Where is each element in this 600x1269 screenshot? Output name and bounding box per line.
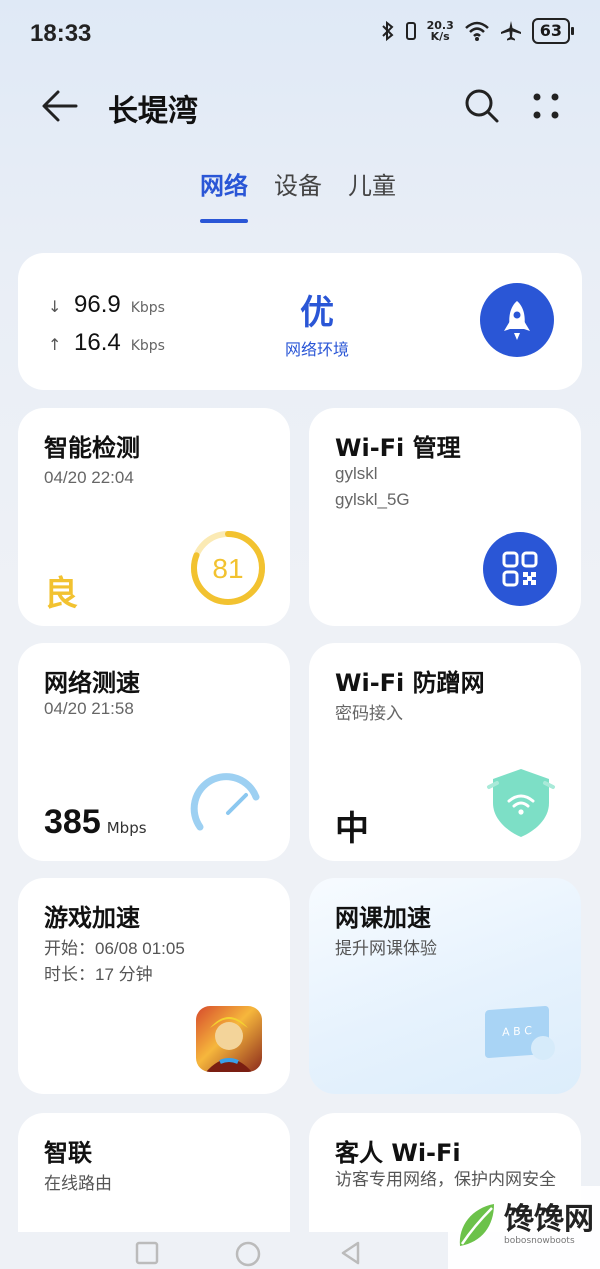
arrow-left-icon xyxy=(42,90,78,122)
anti-rub-level: 中 xyxy=(335,809,369,849)
rocket-icon xyxy=(504,301,530,340)
quality-grade: 优 xyxy=(300,293,334,333)
anti-rub-title: Wi-Fi 防蹭网 xyxy=(335,669,485,697)
leaf-logo-icon xyxy=(459,1204,494,1246)
arrow-down-icon: ↓ xyxy=(48,297,62,316)
score-ring: 81 xyxy=(191,531,265,605)
network-status-card[interactable]: ↓ 96.9 Kbps ↑ 16.4 Kbps 优 网络环境 xyxy=(18,253,582,390)
game-boost-duration: 时长：17 分钟 xyxy=(44,965,153,984)
download-unit: Kbps xyxy=(130,300,165,316)
smart-check-tile[interactable]: 智能检测 04/20 22:04 良 81 xyxy=(18,408,290,626)
status-bar: 18:33 20.3 K/s 63 xyxy=(0,0,600,70)
clock-icon xyxy=(531,1036,555,1060)
game-hero-icon xyxy=(206,1017,252,1072)
download-speed: ↓ 96.9 Kbps xyxy=(48,291,165,319)
tab-children[interactable]: 儿童 xyxy=(348,166,396,215)
vibrate-icon xyxy=(405,22,416,40)
upload-unit: Kbps xyxy=(130,338,165,354)
wifi-manage-tile[interactable]: Wi-Fi 管理 gylskl gylskl_5G xyxy=(309,408,581,626)
speed-test-time: 04/20 21:58 xyxy=(44,699,134,718)
arrow-up-icon: ↑ xyxy=(48,335,62,354)
wifi-icon xyxy=(464,21,489,41)
status-time: 18:33 xyxy=(30,20,92,47)
watermark-domain: bobosnowboots xyxy=(504,1236,575,1246)
qr-code-icon xyxy=(502,551,538,587)
battery-indicator: 63 xyxy=(531,18,575,44)
airplane-icon xyxy=(500,21,521,41)
tab-network[interactable]: 网络 xyxy=(200,166,248,223)
class-boost-sub: 提升网课体验 xyxy=(335,939,437,958)
more-button[interactable] xyxy=(526,86,566,126)
smart-check-title: 智能检测 xyxy=(44,434,140,462)
game-app-icon xyxy=(196,1006,262,1072)
net-speed-indicator: 20.3 K/s xyxy=(426,19,454,43)
game-boost-start: 开始：06/08 01:05 xyxy=(44,939,185,958)
search-button[interactable] xyxy=(462,86,502,126)
smart-check-time: 04/20 22:04 xyxy=(44,468,134,487)
home-circle-icon[interactable] xyxy=(234,1240,262,1268)
back-button[interactable] xyxy=(38,84,82,128)
wifi-manage-title: Wi-Fi 管理 xyxy=(335,434,461,462)
smart-check-grade: 良 xyxy=(44,574,78,614)
speed-test-value: 385 xyxy=(44,803,101,841)
speed-test-tile[interactable]: 网络测速 04/20 21:58 385 Mbps xyxy=(18,643,290,861)
upload-speed: ↑ 16.4 Kbps xyxy=(48,329,165,357)
class-boost-tile[interactable]: 网课加速 提升网课体验 A B C xyxy=(309,878,581,1094)
smart-link-title: 智联 xyxy=(44,1139,92,1167)
wifi-ssid-1: gylskl xyxy=(335,464,378,483)
anti-rub-tile[interactable]: Wi-Fi 防蹭网 密码接入 中 xyxy=(309,643,581,861)
game-boost-tile[interactable]: 游戏加速 开始：06/08 01:05 时长：17 分钟 xyxy=(18,878,290,1094)
app-header: 长堤湾 xyxy=(0,70,600,140)
qr-code-button[interactable] xyxy=(483,532,557,606)
more-dots-icon xyxy=(533,93,559,119)
bluetooth-icon xyxy=(381,20,394,42)
tab-bar: 网络 设备 儿童 xyxy=(200,166,396,223)
download-value: 96.9 xyxy=(74,291,121,318)
class-boost-title: 网课加速 xyxy=(335,904,431,932)
game-boost-title: 游戏加速 xyxy=(44,904,140,932)
anti-rub-sub: 密码接入 xyxy=(335,704,403,723)
speed-test-unit: Mbps xyxy=(106,819,147,837)
speed-test-result: 385 Mbps xyxy=(44,803,147,842)
shield-wifi-icon xyxy=(487,769,555,837)
speed-test-title: 网络测速 xyxy=(44,669,140,697)
network-quality: 优 网络环境 xyxy=(262,285,372,360)
guest-wifi-title: 客人 Wi-Fi xyxy=(335,1139,461,1167)
smart-link-sub: 在线路由 xyxy=(44,1174,112,1193)
back-triangle-icon[interactable] xyxy=(338,1240,364,1266)
score-value: 81 xyxy=(212,553,243,584)
upload-value: 16.4 xyxy=(74,329,121,356)
watermark-brand: 馋馋网 xyxy=(504,1202,594,1237)
boost-button[interactable] xyxy=(480,283,554,357)
tab-devices[interactable]: 设备 xyxy=(274,166,322,215)
speedometer-icon xyxy=(190,773,260,831)
watermark: 馋馋网 bobosnowboots xyxy=(448,1186,600,1269)
search-icon xyxy=(465,89,499,123)
quality-label: 网络环境 xyxy=(284,340,349,359)
wifi-ssid-2: gylskl_5G xyxy=(335,490,410,509)
recents-square-icon[interactable] xyxy=(134,1240,160,1266)
page-title: 长堤湾 xyxy=(108,94,198,129)
status-icons: 20.3 K/s 63 xyxy=(381,18,575,44)
